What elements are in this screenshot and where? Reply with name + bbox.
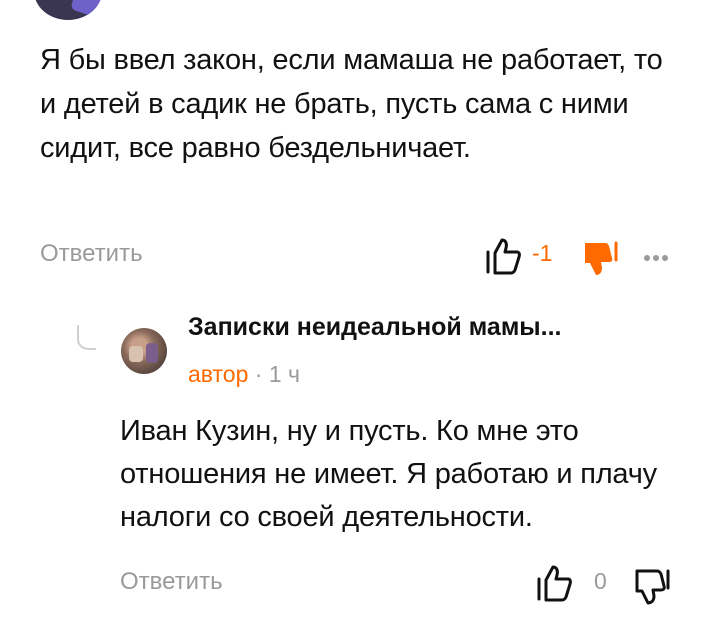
- more-options-icon[interactable]: [644, 248, 671, 266]
- author-name[interactable]: Записки неидеальной мамы...: [188, 313, 562, 342]
- reply-button[interactable]: Ответить: [120, 568, 223, 596]
- comment-meta: автор · 1 ч: [188, 361, 300, 388]
- author-avatar[interactable]: [121, 328, 167, 374]
- avatar[interactable]: [34, 0, 102, 20]
- thumb-up-icon[interactable]: [484, 236, 524, 276]
- author-badge: автор: [188, 361, 249, 387]
- comment-time: 1 ч: [268, 361, 300, 387]
- reply-text: Иван Кузин, ну и пусть. Ко мне это отнош…: [120, 415, 657, 533]
- thread-connector: [76, 325, 96, 351]
- reply-button[interactable]: Ответить: [40, 240, 143, 268]
- meta-separator: ·: [254, 361, 263, 387]
- thumb-down-icon[interactable]: [581, 238, 621, 278]
- comment-score: -1: [532, 240, 553, 266]
- thumb-down-icon[interactable]: [633, 566, 673, 606]
- thumb-up-icon[interactable]: [535, 563, 575, 603]
- reply-score: 0: [594, 568, 607, 594]
- comment-text: Я бы ввел закон, если мамаша не работает…: [40, 44, 663, 164]
